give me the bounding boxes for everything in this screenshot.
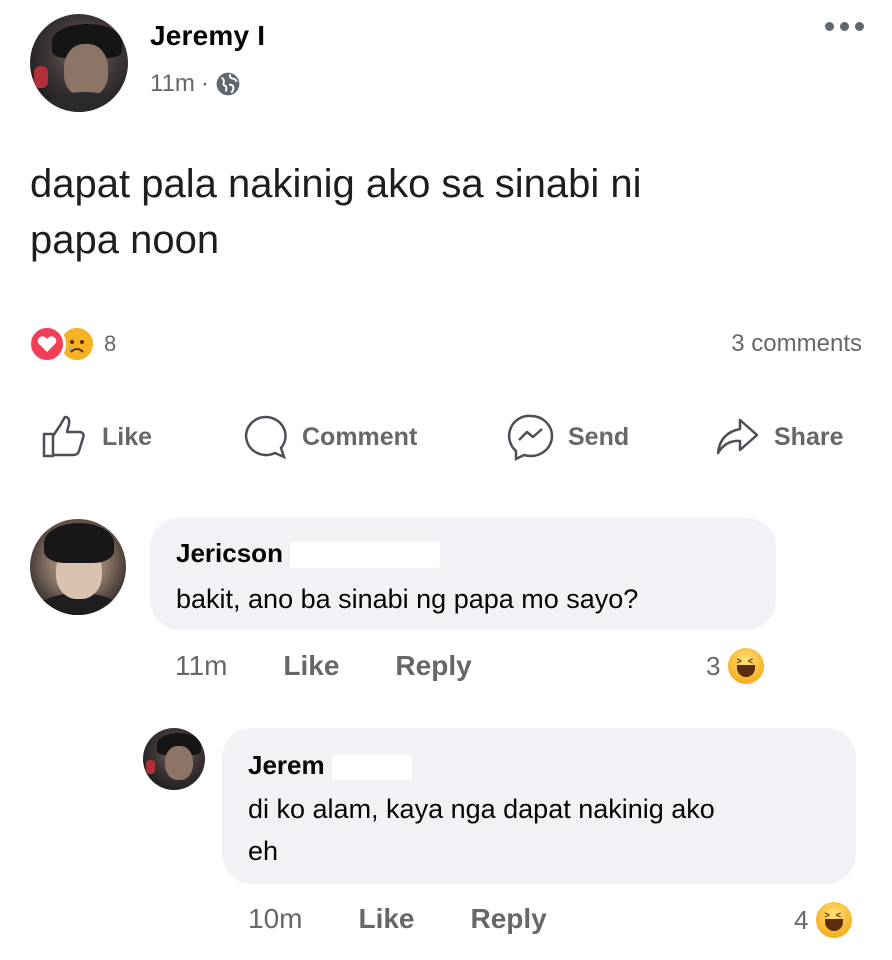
like-button[interactable]: Like [40, 412, 152, 462]
messenger-icon [507, 414, 554, 462]
commenter-avatar[interactable] [30, 519, 126, 615]
meta-separator: · [200, 70, 209, 97]
comment-reply-button[interactable]: Reply [395, 650, 471, 682]
reply-author-avatar[interactable] [143, 728, 205, 790]
reply-text-line: di ko alam, kaya nga dapat nakinig ako [248, 794, 715, 824]
post-text-line: dapat pala nakinig ako sa sinabi ni [30, 162, 642, 206]
post-time[interactable]: 11m [150, 70, 195, 98]
post-text: dapat pala nakinig ako sa sinabi ni papa… [30, 156, 850, 268]
comment-bubble-icon [244, 415, 287, 460]
reply-reaction-summary[interactable]: 4 >< [794, 900, 855, 940]
comment-reaction-summary[interactable]: 3 >< [706, 646, 767, 686]
comment-label: Comment [302, 422, 418, 451]
reply-like-button[interactable]: Like [358, 903, 414, 935]
reaction-summary[interactable]: 8 [28, 325, 116, 363]
comments-count-link[interactable]: 3 comments [731, 330, 862, 358]
haha-reaction-icon: >< [726, 646, 767, 686]
send-button[interactable]: Send [506, 412, 629, 462]
comment-bubble: Jericson bakit, ano ba sinabi ng papa mo… [150, 518, 776, 630]
more-dot-icon [840, 22, 849, 31]
more-options-button[interactable] [825, 22, 864, 31]
redaction-mark [290, 542, 441, 569]
comment-time[interactable]: 11m [175, 650, 227, 682]
author-avatar[interactable] [30, 14, 128, 112]
reply-reaction-count: 4 [794, 904, 809, 935]
reaction-count: 8 [104, 331, 117, 356]
share-label: Share [774, 422, 844, 451]
post-meta: 11m · [150, 70, 241, 98]
reply-reply-button[interactable]: Reply [471, 903, 547, 935]
reply-text: di ko alam, kaya nga dapat nakinig ako e… [248, 788, 715, 872]
more-dot-icon [825, 22, 834, 31]
redaction-mark [331, 754, 412, 781]
reply-actions: 10m Like Reply [248, 903, 547, 935]
post-text-line: papa noon [30, 218, 220, 262]
more-dot-icon [855, 22, 864, 31]
comment-actions: 11m Like Reply [175, 650, 472, 682]
comment-text: bakit, ano ba sinabi ng papa mo sayo? [176, 584, 639, 614]
comment-like-button[interactable]: Like [283, 650, 339, 682]
reply-text-line: eh [248, 836, 279, 866]
thumbs-up-icon [42, 415, 85, 458]
share-button[interactable]: Share [712, 412, 843, 462]
reply-time[interactable]: 10m [248, 903, 302, 935]
send-label: Send [568, 422, 630, 451]
share-arrow-icon [716, 418, 759, 455]
like-label: Like [102, 422, 153, 451]
reply-author[interactable]: Jerem [248, 750, 412, 781]
comment-author[interactable]: Jericson [176, 538, 441, 569]
love-reaction-icon [28, 325, 66, 363]
comment-button[interactable]: Comment [240, 412, 417, 462]
post-author-name[interactable]: Jeremy I [150, 20, 265, 52]
globe-icon [216, 72, 240, 96]
haha-reaction-icon: >< [814, 900, 855, 940]
reply-bubble: Jerem di ko alam, kaya nga dapat nakinig… [222, 728, 856, 884]
comment-reaction-count: 3 [706, 650, 721, 681]
